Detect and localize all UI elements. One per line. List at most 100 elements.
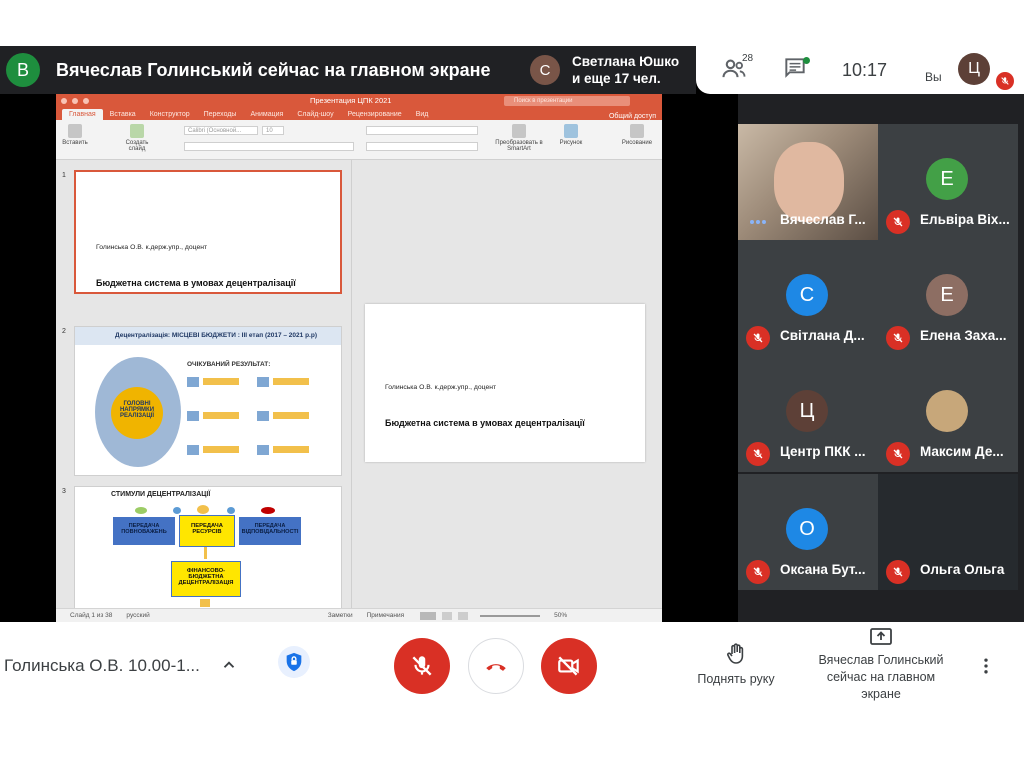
smartart-icon [512,124,526,138]
font-family-select[interactable]: Calibri (Основной... [184,126,258,135]
thumb-author: Голинська О.В. к.держ.упр., доцент [96,244,208,251]
participant-video [774,142,844,222]
window-close-icon[interactable] [61,98,67,104]
notification-avatar: С [530,55,560,85]
ppt-titlebar: Презентация ЦПК 2021 Поиск в презентации [56,94,662,108]
slide2-icon [257,411,269,421]
slide3-box-responsibility: ПЕРЕДАЧА ВІДПОВІДАЛЬНОСТІ [239,517,301,545]
notes-button[interactable]: Заметки [328,612,353,619]
slide2-center: ГОЛОВНІ НАПРЯМКИ РЕАЛІЗАЦІЇ [111,387,163,439]
slide3-arrow [204,547,207,559]
notification-text: Светлана Юшко и еще 17 чел. [572,53,679,87]
tab-insert[interactable]: Вставка [103,109,143,120]
window-zoom-icon[interactable] [83,98,89,104]
font-format-bar[interactable] [184,142,354,151]
slide3-dot [197,505,209,514]
mic-off-icon [886,326,910,350]
share-button[interactable]: Общий доступ [609,113,656,120]
language-indicator[interactable]: русский [126,612,149,619]
tab-slideshow[interactable]: Слайд-шоу [290,109,340,120]
window-minimize-icon[interactable] [72,98,78,104]
slide-thumb-3[interactable]: СТИМУЛИ ДЕЦЕНТРАЛІЗАЦІЇ ПЕРЕДАЧА ПОВНОВА… [74,486,342,610]
drawing-label: Рисование [621,140,653,146]
tab-transitions[interactable]: Переходы [197,109,244,120]
reading-view-icon[interactable] [458,611,469,620]
participant-name: Ольга Ольга [920,562,1005,577]
people-count: 28 [742,53,754,64]
tab-design[interactable]: Конструктор [143,109,197,120]
slide-number: 2 [62,328,66,335]
slide2-bar [203,412,239,419]
participant-tile[interactable]: Ольга Ольга [878,474,1018,590]
drawing-button[interactable]: Рисование [618,124,656,146]
raise-hand-label: Поднять руку [697,672,775,686]
participant-name: Світлана Д... [780,328,865,343]
participant-tile[interactable]: Ц Центр ПКК ... [738,356,878,472]
self-avatar: Ц [958,53,990,85]
slide3-box-fiscal: ФІНАНСОВО-БЮДЖЕТНА ДЕЦЕНТРАЛІЗАЦІЯ [171,561,241,597]
chevron-up-icon[interactable] [220,656,238,679]
present-now-button[interactable]: Вячеслав Голинський сейчас на главном эк… [806,626,956,703]
slide3-heading: СТИМУЛИ ДЕЦЕНТРАЛІЗАЦІЇ [111,491,211,498]
participant-name: Ельвіра Віх... [920,212,1010,227]
tab-view[interactable]: Вид [409,109,436,120]
new-slide-icon [130,124,144,138]
slide2-icon [257,445,269,455]
slide-counter: Слайд 1 из 38 [70,612,113,619]
sorter-view-icon[interactable] [442,611,453,620]
ppt-search-input[interactable]: Поиск в презентации [504,96,630,106]
slide-thumb-1[interactable]: Голинська О.В. к.держ.упр., доцент Бюдже… [74,170,342,294]
participant-tile[interactable]: Е Ельвіра Віх... [878,124,1018,240]
ppt-statusbar: Слайд 1 из 38 русский Заметки Примечания… [56,608,662,622]
tab-home[interactable]: Главная [62,109,103,120]
raise-hand-button[interactable]: Поднять руку [686,642,786,686]
zoom-slider[interactable] [480,614,541,617]
slide2-bar [203,378,239,385]
comments-button[interactable]: Примечания [367,612,405,619]
current-slide[interactable]: Голинська О.В. к.держ.упр., доцент Бюдже… [365,304,645,462]
participant-tile[interactable]: Е Елена Заха... [878,240,1018,356]
presenting-label: Вячеслав Голинський сейчас на главном эк… [818,653,944,701]
smartart-button[interactable]: Преобразовать в SmartArt [492,124,546,152]
slide-number: 3 [62,488,66,495]
presenter-title: Вячеслав Голинський сейчас на главном эк… [56,59,491,80]
microphone-toggle-button[interactable] [394,638,450,694]
participant-tile[interactable]: Максим Де... [878,356,1018,472]
ppt-window-title: Презентация ЦПК 2021 [310,96,392,105]
participant-name: Вячеслав Г... [780,212,866,227]
slide3-dot [173,507,181,514]
participant-name: Оксана Бут... [780,562,866,577]
chat-button[interactable] [782,55,812,85]
participant-tile[interactable]: С Світлана Д... [738,240,878,356]
more-options-button[interactable] [976,656,996,681]
picture-button[interactable]: Рисунок [556,124,586,146]
participant-tile[interactable]: Вячеслав Г... [738,124,878,240]
normal-view-icon[interactable] [420,611,437,620]
mic-off-icon [746,326,770,350]
camera-toggle-button[interactable] [541,638,597,694]
notification-line2: и еще 17 чел. [572,71,661,86]
paste-button[interactable]: Вставить [60,124,90,146]
new-slide-button[interactable]: Создать слайд [120,124,154,152]
slide3-dot [227,507,235,514]
slide-thumb-2[interactable]: Децентралізація: МІСЦЕВІ БЮДЖЕТИ : ІІІ е… [74,326,342,476]
security-shield-button[interactable] [278,646,310,678]
meeting-name[interactable]: Голинська О.В. 10.00-1... [4,656,200,676]
paragraph-bar[interactable] [366,126,478,135]
participant-tile[interactable]: О Оксана Бут... [738,474,878,590]
tab-animation[interactable]: Анимация [243,109,290,120]
join-notification[interactable]: С Светлана Юшко и еще 17 чел. [520,46,696,94]
slide3-box-resources: ПЕРЕДАЧА РЕСУРСІВ [179,515,235,547]
leave-call-button[interactable] [468,638,524,694]
participant-avatar: О [786,508,828,550]
participant-name: Елена Заха... [920,328,1007,343]
mic-off-icon [746,442,770,466]
participant-avatar: С [786,274,828,316]
people-button[interactable]: 28 [720,53,760,85]
ppt-ribbon: Вставить Создать слайд Calibri (Основной… [56,120,662,160]
tab-review[interactable]: Рецензирование [341,109,409,120]
font-size-select[interactable]: 10 [262,126,284,135]
alignment-bar[interactable] [366,142,478,151]
slide2-heading: Децентралізація: МІСЦЕВІ БЮДЖЕТИ : ІІІ е… [115,332,317,339]
zoom-level[interactable]: 50% [554,612,567,619]
